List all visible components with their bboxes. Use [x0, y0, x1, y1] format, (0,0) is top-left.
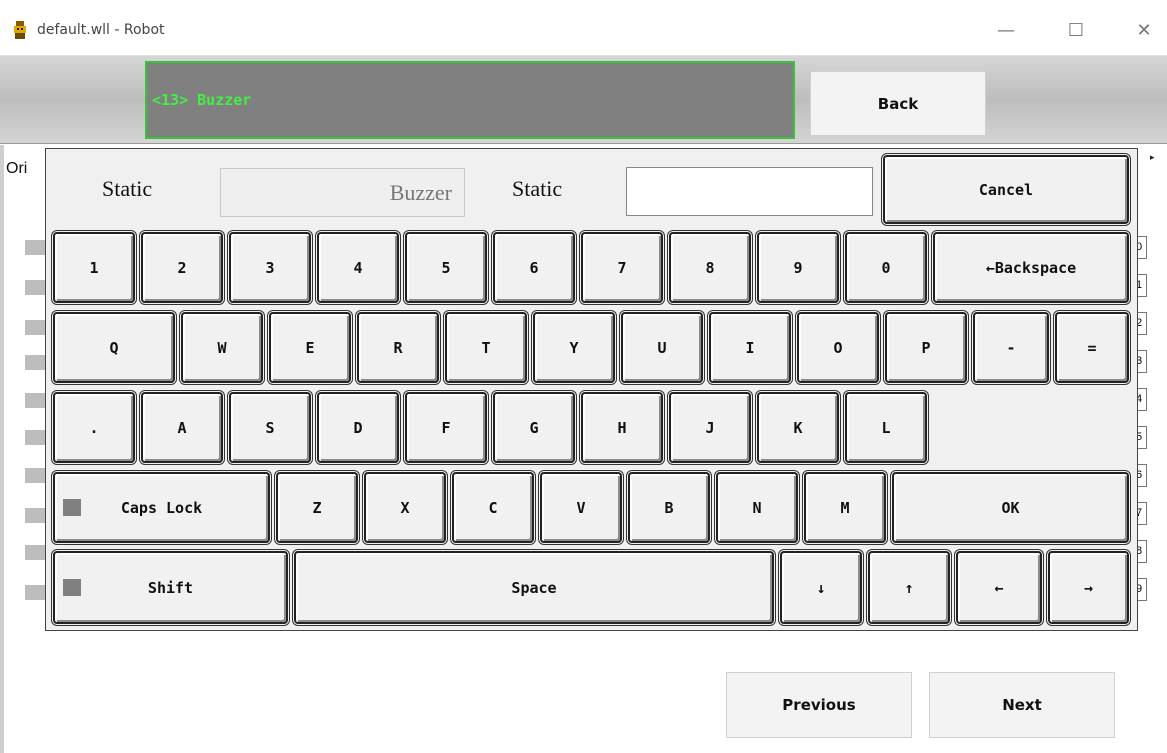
key-9[interactable]: 9 [757, 232, 839, 303]
previous-button[interactable]: Previous [726, 672, 912, 738]
key-h[interactable]: H [581, 392, 663, 463]
window-title: default.wll - Robot [37, 22, 165, 38]
key-i[interactable]: I [709, 312, 791, 383]
row-indicator [25, 355, 45, 370]
key-c[interactable]: C [452, 472, 534, 543]
row-indicator [25, 280, 45, 295]
key-0[interactable]: 0 [845, 232, 927, 303]
current-item-label: <13> Buzzer [145, 61, 795, 139]
key-2[interactable]: 2 [141, 232, 223, 303]
next-button[interactable]: Next [929, 672, 1115, 738]
key-l[interactable]: L [845, 392, 927, 463]
arrow-right-key[interactable]: → [1048, 551, 1129, 624]
key-minus[interactable]: - [973, 312, 1049, 383]
key-p[interactable]: P [885, 312, 967, 383]
scroll-right-icon[interactable]: ▸ [1150, 152, 1155, 163]
shift-label: Shift [147, 578, 194, 597]
row-indicator [25, 393, 45, 408]
key-f[interactable]: F [405, 392, 487, 463]
key-v[interactable]: V [540, 472, 622, 543]
static-value-field: Buzzer [220, 168, 465, 217]
maximize-button[interactable]: ☐ [1053, 14, 1099, 46]
key-t[interactable]: T [445, 312, 527, 383]
key-4[interactable]: 4 [317, 232, 399, 303]
key-y[interactable]: Y [533, 312, 615, 383]
static-label-2: Static [512, 176, 563, 201]
arrow-down-key[interactable]: ↓ [780, 551, 862, 624]
caps-lock-indicator [63, 499, 81, 516]
cancel-key[interactable]: Cancel [883, 155, 1129, 224]
row-indicator [25, 430, 45, 445]
key-q[interactable]: Q [53, 312, 175, 383]
key-e[interactable]: E [269, 312, 351, 383]
key-g[interactable]: G [493, 392, 575, 463]
close-button[interactable]: ✕ [1121, 14, 1167, 46]
key-x[interactable]: X [364, 472, 446, 543]
key-period[interactable]: . [53, 392, 135, 463]
backspace-key[interactable]: ←Backspace [933, 232, 1129, 303]
arrow-up-key[interactable]: ↑ [868, 551, 950, 624]
minimize-button[interactable]: — [983, 14, 1029, 46]
row-indicator [25, 240, 45, 255]
robot-icon [14, 21, 26, 39]
key-n[interactable]: N [716, 472, 798, 543]
key-s[interactable]: S [229, 392, 311, 463]
space-key[interactable]: Space [294, 551, 774, 624]
shift-indicator [63, 579, 81, 596]
shift-key[interactable]: Shift [53, 551, 288, 624]
key-r[interactable]: R [357, 312, 439, 383]
row-indicator [25, 320, 45, 335]
key-a[interactable]: A [141, 392, 223, 463]
ok-key[interactable]: OK [892, 472, 1129, 543]
ori-label: Ori [6, 160, 28, 177]
text-entry-input[interactable] [626, 167, 873, 216]
back-button[interactable]: Back [810, 71, 986, 136]
caps-lock-label: Caps Lock [120, 498, 203, 517]
key-b[interactable]: B [628, 472, 710, 543]
row-indicator [25, 545, 45, 560]
key-5[interactable]: 5 [405, 232, 487, 303]
key-w[interactable]: W [181, 312, 263, 383]
key-d[interactable]: D [317, 392, 399, 463]
key-8[interactable]: 8 [669, 232, 751, 303]
static-label-1: Static [102, 176, 153, 201]
row-indicator [25, 585, 45, 600]
key-j[interactable]: J [669, 392, 751, 463]
key-equals[interactable]: = [1055, 312, 1129, 383]
key-k[interactable]: K [757, 392, 839, 463]
key-o[interactable]: O [797, 312, 879, 383]
key-1[interactable]: 1 [53, 232, 135, 303]
key-z[interactable]: Z [276, 472, 358, 543]
row-indicator [25, 508, 45, 523]
key-6[interactable]: 6 [493, 232, 575, 303]
row-indicator [25, 468, 45, 483]
key-3[interactable]: 3 [229, 232, 311, 303]
left-frame [0, 145, 4, 753]
key-m[interactable]: M [804, 472, 886, 543]
caps-lock-key[interactable]: Caps Lock [53, 472, 270, 543]
key-u[interactable]: U [621, 312, 703, 383]
arrow-left-key[interactable]: ← [956, 551, 1042, 624]
key-7[interactable]: 7 [581, 232, 663, 303]
